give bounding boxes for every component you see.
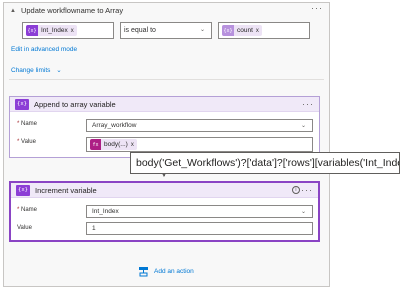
- add-action-label: Add an action: [154, 268, 194, 275]
- token-label: body(...): [104, 141, 128, 148]
- condition-operator-select[interactable]: is equal to ⌄: [120, 22, 212, 39]
- name-label: * Name: [17, 207, 37, 213]
- name-label-text: Name: [21, 121, 38, 127]
- name-value: Int_Index: [92, 208, 119, 215]
- body-expression-token[interactable]: fx body(...) x: [90, 139, 137, 150]
- required-mark: *: [17, 139, 20, 145]
- condition-right-operand[interactable]: {x} count x: [218, 22, 310, 39]
- name-label: * Name: [17, 121, 37, 127]
- function-icon: fx: [90, 139, 101, 150]
- value-label-text: Value: [21, 139, 36, 145]
- info-icon[interactable]: i: [292, 186, 300, 194]
- name-value: Array_workflow: [92, 122, 137, 129]
- change-limits-link[interactable]: Change limits ⌄: [11, 66, 62, 74]
- array-name-select[interactable]: Array_workflow ⌄: [86, 119, 313, 132]
- value-input[interactable]: fx body(...) x: [86, 137, 313, 152]
- divider: [9, 79, 324, 80]
- value-label: * Value: [17, 139, 36, 145]
- card-header[interactable]: ▲ Update workflowname to Array: [4, 3, 329, 18]
- variable-icon: {x}: [15, 98, 29, 110]
- edit-advanced-mode-link[interactable]: Edit in advanced mode: [11, 46, 77, 53]
- remove-token-icon[interactable]: x: [71, 28, 74, 34]
- required-mark: *: [17, 121, 20, 127]
- append-card-header[interactable]: {x} Append to array variable ···: [10, 97, 319, 112]
- collapse-icon[interactable]: ▲: [10, 8, 16, 14]
- more-options-icon[interactable]: ···: [311, 3, 323, 13]
- remove-token-icon[interactable]: x: [131, 142, 134, 148]
- append-card-title: Append to array variable: [34, 99, 116, 109]
- add-action-button[interactable]: Add an action: [138, 266, 194, 277]
- increment-card-title: Increment variable: [35, 185, 97, 195]
- token-label: count: [237, 27, 253, 34]
- increment-name-select[interactable]: Int_Index ⌄: [86, 205, 313, 218]
- chevron-down-icon: ⌄: [300, 209, 306, 215]
- add-action-icon: [138, 266, 149, 277]
- condition-left-operand[interactable]: {x} Int_Index x: [22, 22, 114, 39]
- operator-value: is equal to: [124, 27, 156, 34]
- count-token[interactable]: {x} count x: [222, 25, 262, 36]
- card-title: Update workflowname to Array: [20, 6, 124, 15]
- value-label: Value: [17, 225, 32, 231]
- chevron-down-icon: ⌄: [300, 123, 306, 129]
- expression-tooltip: body('Get_Workflows')?['data']?['rows'][…: [130, 152, 400, 174]
- more-options-icon[interactable]: ···: [301, 185, 313, 195]
- name-label-text: Name: [21, 207, 38, 213]
- increment-value-input[interactable]: 1: [86, 222, 313, 235]
- variable-icon: {x}: [26, 25, 38, 36]
- change-limits-label: Change limits: [11, 67, 51, 74]
- chevron-down-icon: ⌄: [199, 27, 205, 33]
- token-label: Int_Index: [41, 27, 68, 34]
- int-index-token[interactable]: {x} Int_Index x: [26, 25, 77, 36]
- variable-icon: {x}: [16, 184, 30, 196]
- required-mark: *: [17, 207, 20, 213]
- chevron-down-icon: ⌄: [56, 67, 62, 74]
- remove-token-icon[interactable]: x: [256, 28, 259, 34]
- increment-card-header[interactable]: {x} Increment variable i ···: [11, 183, 318, 198]
- value-text: 1: [92, 225, 96, 232]
- more-options-icon[interactable]: ···: [302, 99, 314, 109]
- variable-icon: {x}: [222, 25, 234, 36]
